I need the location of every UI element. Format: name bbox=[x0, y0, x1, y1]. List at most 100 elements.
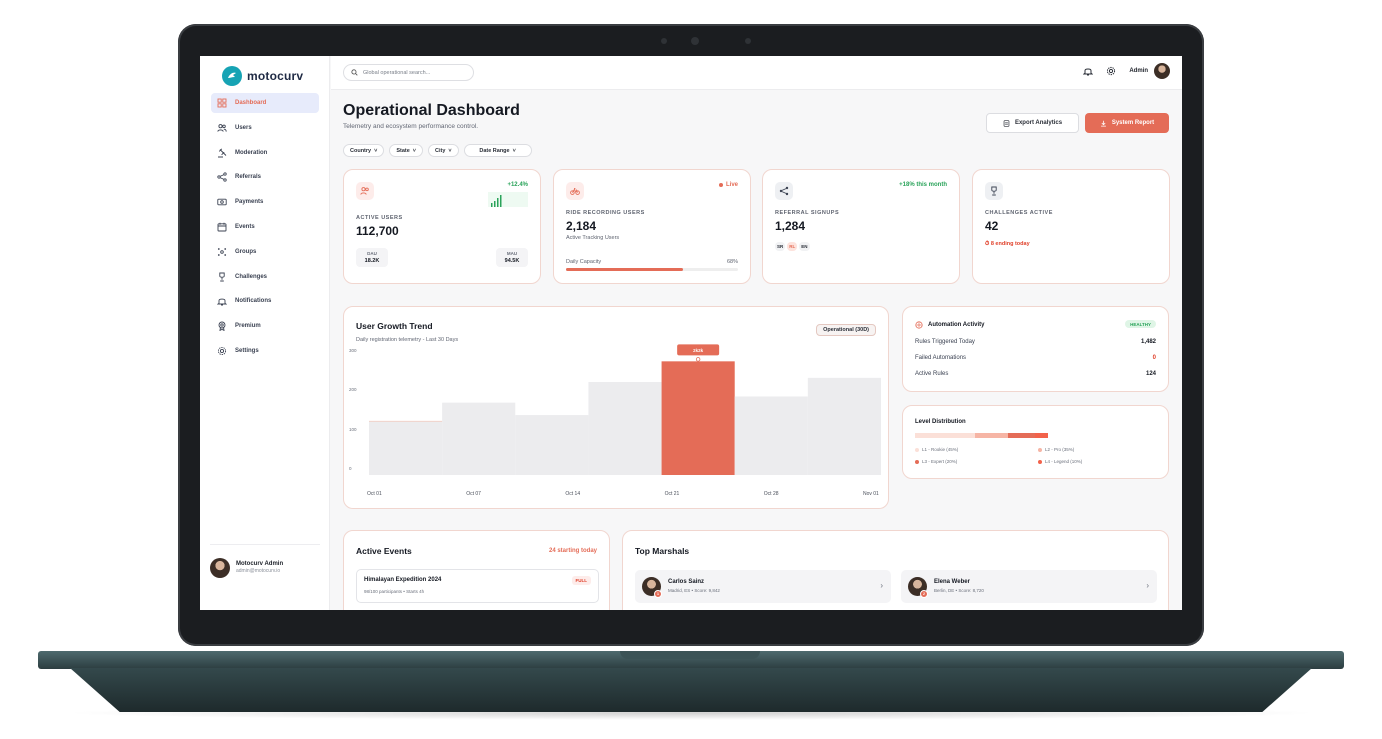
marshal-item[interactable]: 1 Carlos Sainz Madrid, ES • Score: 9,842… bbox=[635, 570, 891, 603]
bar[interactable] bbox=[515, 415, 589, 475]
marshal-item[interactable]: 2 Elena Weber Berlin, DE • Score: 8,720 … bbox=[901, 570, 1157, 603]
sidebar-item-groups[interactable]: Groups bbox=[211, 242, 319, 262]
sidebar-item-premium[interactable]: Premium bbox=[211, 316, 319, 336]
chevron-down-icon: ˅ bbox=[448, 147, 452, 154]
challenges-active-card[interactable]: CHALLENGES ACTIVE 42 ⏱ 8 ending today bbox=[972, 169, 1170, 284]
sidebar-profile[interactable]: Motocurv Admin admin@motocurv.io bbox=[210, 544, 320, 582]
bar[interactable] bbox=[807, 377, 881, 475]
button-label: Export Analytics bbox=[1014, 120, 1063, 126]
events-title: Active Events bbox=[356, 546, 412, 556]
x-tick-label: Oct 14 bbox=[565, 491, 581, 497]
search-placeholder: Global operational search... bbox=[363, 69, 431, 76]
bar[interactable] bbox=[442, 402, 516, 475]
profile-name: Motocurv Admin bbox=[236, 561, 284, 567]
chart-canvas: 2k2k bbox=[369, 344, 881, 475]
camera-icon bbox=[691, 37, 699, 45]
dau-value: 18.2K bbox=[364, 258, 380, 264]
system-report-button[interactable]: System Report bbox=[1085, 113, 1169, 133]
users-icon bbox=[356, 182, 374, 200]
filter-country[interactable]: Country ˅ bbox=[343, 144, 385, 157]
chevron-down-icon: ˅ bbox=[512, 147, 516, 154]
top-marshals-card: Top Marshals 1 Carlos Sainz Madrid, ES •… bbox=[622, 530, 1169, 610]
document-icon bbox=[1003, 119, 1010, 127]
stat-value: 112,700 bbox=[356, 224, 399, 238]
sidebar-item-label: Challenges bbox=[235, 273, 268, 280]
x-tick-label: Oct 07 bbox=[466, 491, 481, 497]
sidebar-item-settings[interactable]: Settings bbox=[211, 341, 319, 361]
sidebar-item-label: Events bbox=[235, 223, 255, 230]
user-menu[interactable]: Admin bbox=[1129, 63, 1170, 79]
trophy-icon bbox=[985, 182, 1003, 200]
event-item[interactable]: Himalayan Expedition 2024 98/100 partici… bbox=[356, 569, 599, 603]
level-segment bbox=[1034, 433, 1048, 438]
sidebar-item-label: Notifications bbox=[235, 298, 272, 305]
legend-label: L1 - Rookie (45%) bbox=[922, 447, 959, 452]
level-title: Level Distribution bbox=[915, 419, 966, 425]
bar[interactable] bbox=[734, 396, 808, 475]
live-dot bbox=[718, 183, 723, 187]
x-tick-label: Oct 21 bbox=[664, 491, 680, 497]
event-meta: 98/100 participants • Starts 4h bbox=[364, 589, 425, 594]
brand-logo[interactable]: motocurv bbox=[222, 66, 303, 86]
row-value: 0 bbox=[1152, 355, 1156, 361]
y-tick-label: 200 bbox=[349, 387, 357, 393]
sidebar-item-notifications[interactable]: Notifications bbox=[211, 291, 319, 311]
legend-label: L3 - Expert (20%) bbox=[922, 459, 958, 464]
trend-value: +12.4% bbox=[507, 182, 528, 188]
legend-item: L3 - Expert (20%) bbox=[915, 459, 957, 464]
tooltip-label: 2k2k bbox=[693, 348, 704, 353]
bar[interactable] bbox=[369, 421, 443, 475]
avatar bbox=[210, 557, 230, 578]
filter-city[interactable]: City ˅ bbox=[427, 144, 459, 157]
capacity-bar bbox=[566, 268, 738, 271]
export-analytics-button[interactable]: Export Analytics bbox=[986, 113, 1079, 133]
ride-recording-card[interactable]: Live RIDE RECORDING USERS 2,184 Active T… bbox=[553, 169, 751, 284]
stat-label: RIDE RECORDING USERS bbox=[566, 210, 645, 216]
stat-value: 42 bbox=[985, 219, 999, 233]
search-input[interactable]: Global operational search... bbox=[343, 64, 474, 81]
button-label: System Report bbox=[1111, 120, 1155, 126]
sidebar-item-challenges[interactable]: Challenges bbox=[211, 267, 319, 287]
status-badge: HEALTHY bbox=[1125, 320, 1156, 328]
brand-name: motocurv bbox=[247, 69, 304, 83]
sensor-icon bbox=[661, 38, 667, 44]
filter-state[interactable]: State ˅ bbox=[389, 144, 423, 157]
bar-highlight[interactable] bbox=[661, 361, 735, 475]
topbar: Global operational search... Admin bbox=[331, 56, 1182, 90]
mau-label: MAU bbox=[506, 251, 518, 256]
sidebar-item-payments[interactable]: Payments bbox=[211, 192, 319, 212]
sidebar-item-dashboard[interactable]: Dashboard bbox=[211, 93, 319, 113]
bar[interactable] bbox=[588, 382, 662, 475]
sidebar-item-label: Users bbox=[235, 124, 252, 131]
x-tick-label: Oct 28 bbox=[763, 491, 779, 497]
legend-swatch bbox=[1038, 447, 1042, 452]
filter-label: State bbox=[396, 147, 410, 154]
sidebar-item-label: Groups bbox=[235, 248, 257, 255]
laptop-notch bbox=[620, 651, 760, 659]
sidebar-item-events[interactable]: Events bbox=[211, 217, 319, 237]
stat-value: 1,284 bbox=[775, 219, 806, 233]
sidebar-item-label: Premium bbox=[235, 323, 261, 330]
legend-label: L2 - Pro (35%) bbox=[1045, 447, 1075, 452]
active-users-card[interactable]: +12.4% ACTIVE USERS 112,700 DAU 18.2K MAU… bbox=[343, 169, 541, 284]
mau-value: 94.5K bbox=[504, 258, 520, 264]
filter-label: Date Range bbox=[479, 147, 510, 154]
sidebar-item-referrals[interactable]: Referrals bbox=[211, 167, 319, 187]
sidebar-item-users[interactable]: Users bbox=[211, 118, 319, 138]
sidebar: motocurv Dashboard Users Moderation Refe… bbox=[200, 56, 330, 610]
ending-today: ⏱ 8 ending today bbox=[985, 241, 1030, 248]
robot-icon bbox=[915, 321, 923, 329]
filter-date-range[interactable]: Date Range ˅ bbox=[463, 144, 532, 157]
gear-icon[interactable] bbox=[1106, 66, 1116, 76]
marshal-meta: Madrid, ES • Score: 9,842 bbox=[668, 588, 720, 593]
payments-icon bbox=[217, 198, 227, 206]
download-icon bbox=[1100, 120, 1106, 127]
x-tick-label: Oct 01 bbox=[367, 491, 382, 497]
level-segment bbox=[1008, 433, 1035, 438]
sidebar-item-moderation[interactable]: Moderation bbox=[211, 143, 319, 163]
topbar-actions: Admin bbox=[1083, 63, 1170, 79]
referral-signups-card[interactable]: +18% this month REFERRAL SIGNUPS 1,284 S… bbox=[762, 169, 960, 284]
automation-activity-card: Automation Activity HEALTHY Rules Trigge… bbox=[902, 306, 1169, 392]
bell-icon[interactable] bbox=[1083, 66, 1094, 76]
events-count-link[interactable]: 24 starting today bbox=[549, 548, 597, 554]
